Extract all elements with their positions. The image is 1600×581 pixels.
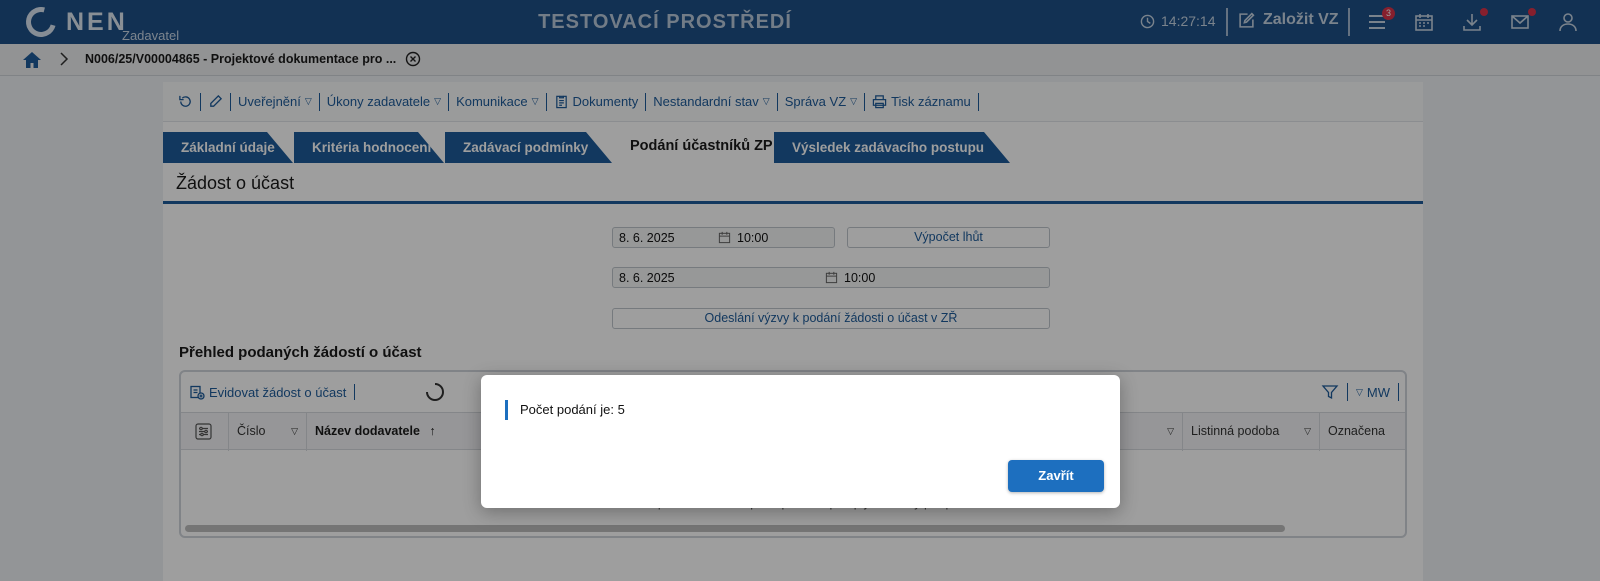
dialog-message: Počet podání je: 5 [505, 400, 625, 420]
close-dialog-button[interactable]: Zavřít [1008, 460, 1104, 492]
info-dialog: Počet podání je: 5 Zavřít [481, 375, 1120, 508]
